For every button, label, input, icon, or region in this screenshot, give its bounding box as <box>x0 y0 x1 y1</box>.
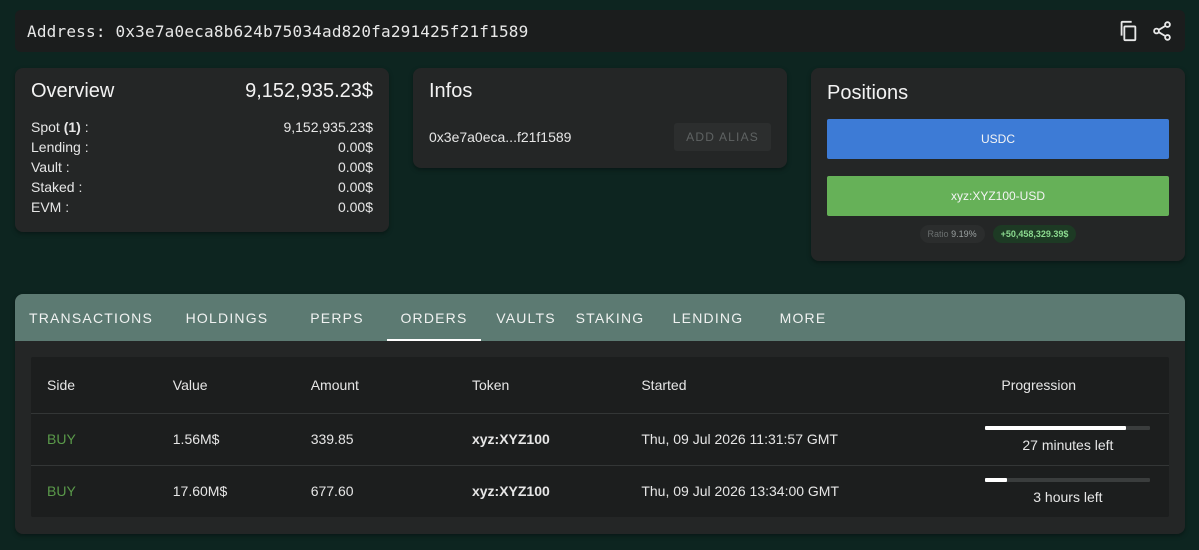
orders-header-row: Side Value Amount Token Started Progress… <box>31 357 1169 414</box>
tab-bar: TRANSACTIONS HOLDINGS PERPS ORDERS VAULT… <box>15 294 1185 341</box>
overview-rows: Spot (1) : 9,152,935.23$ Lending : 0.00$… <box>31 117 373 217</box>
positions-title: Positions <box>827 82 909 104</box>
column-header-token[interactable]: Token <box>455 357 626 414</box>
progress-fill <box>985 477 1007 482</box>
overview-row-label: Spot (1) : <box>31 119 89 135</box>
address-actions <box>1117 20 1173 42</box>
ratio-label: Ratio <box>927 229 949 239</box>
tab-staking[interactable]: STAKING <box>571 294 649 341</box>
overview-row-vault: Vault : 0.00$ <box>31 157 373 177</box>
position-badges: Ratio 9.19% +50,458,329.39$ <box>827 225 1169 243</box>
position-xyz100[interactable]: xyz:XYZ100-USD <box>827 176 1169 216</box>
positions-card: Positions USDC xyz:XYZ100-USD Ratio 9.19… <box>811 68 1185 261</box>
add-alias-button[interactable]: ADD ALIAS <box>674 123 771 151</box>
share-icon[interactable] <box>1151 20 1173 42</box>
progress-fill <box>985 425 1126 430</box>
tab-holdings[interactable]: HOLDINGS <box>167 294 287 341</box>
overview-total: 9,152,935.23$ <box>245 80 373 102</box>
order-progression: 3 hours left <box>985 465 1169 517</box>
infos-body: 0x3e7a0eca...f21f1589 ADD ALIAS <box>429 123 771 151</box>
overview-title: Overview <box>31 80 115 102</box>
table-row[interactable]: BUY 17.60M$ 677.60 xyz:XYZ100 Thu, 09 Ju… <box>31 465 1169 517</box>
overview-row-label: Vault : <box>31 159 70 175</box>
overview-header: Overview 9,152,935.23$ <box>31 80 373 103</box>
ratio-value: 9.19% <box>951 229 977 239</box>
position-usdc[interactable]: USDC <box>827 119 1169 159</box>
address-text: Address: 0x3e7a0eca8b624b75034ad820fa291… <box>27 21 529 41</box>
overview-row-evm: EVM : 0.00$ <box>31 197 373 217</box>
tab-lending[interactable]: LENDING <box>649 294 767 341</box>
overview-card: Overview 9,152,935.23$ Spot (1) : 9,152,… <box>15 68 389 232</box>
column-header-progression[interactable]: Progression <box>985 357 1169 414</box>
activity-panel: TRANSACTIONS HOLDINGS PERPS ORDERS VAULT… <box>15 294 1185 534</box>
overview-row-label: Staked : <box>31 179 83 195</box>
column-header-amount[interactable]: Amount <box>294 357 456 414</box>
order-side: BUY <box>31 413 157 466</box>
infos-short-address: 0x3e7a0eca...f21f1589 <box>429 129 572 145</box>
progress-bar <box>985 477 1151 482</box>
column-header-value[interactable]: Value <box>156 357 295 414</box>
tab-more[interactable]: MORE <box>767 294 839 341</box>
tab-orders[interactable]: ORDERS <box>387 294 481 341</box>
tab-vaults[interactable]: VAULTS <box>481 294 571 341</box>
overview-row-value: 0.00$ <box>337 179 373 195</box>
overview-row-value: 0.00$ <box>337 159 373 175</box>
orders-table-wrap: Side Value Amount Token Started Progress… <box>31 357 1169 517</box>
overview-row-value: 9,152,935.23$ <box>283 119 373 135</box>
order-token[interactable]: xyz:XYZ100 <box>455 413 626 466</box>
table-row[interactable]: BUY 1.56M$ 339.85 xyz:XYZ100 Thu, 09 Jul… <box>31 413 1169 466</box>
order-progression: 27 minutes left <box>985 413 1169 466</box>
ratio-badge: Ratio 9.19% <box>919 225 985 243</box>
order-started: Thu, 09 Jul 2026 11:31:57 GMT <box>625 413 986 466</box>
progress-bar <box>985 425 1151 430</box>
overview-row-value: 0.00$ <box>337 139 373 155</box>
overview-row-spot: Spot (1) : 9,152,935.23$ <box>31 117 373 137</box>
orders-table: Side Value Amount Token Started Progress… <box>31 357 1169 517</box>
order-value: 1.56M$ <box>156 413 295 466</box>
tab-perps[interactable]: PERPS <box>287 294 387 341</box>
order-token[interactable]: xyz:XYZ100 <box>456 465 625 517</box>
order-value: 17.60M$ <box>172 483 228 500</box>
order-amount: 339.85 <box>294 413 456 466</box>
pnl-badge: +50,458,329.39$ <box>992 225 1077 243</box>
time-left: 3 hours left <box>1033 488 1103 505</box>
infos-title: Infos <box>429 80 473 102</box>
copy-icon[interactable] <box>1117 20 1139 42</box>
overview-row-value: 0.00$ <box>337 199 373 215</box>
order-amount: 677.60 <box>310 483 354 500</box>
time-left: 27 minutes left <box>1022 436 1114 453</box>
infos-card: Infos 0x3e7a0eca...f21f1589 ADD ALIAS <box>413 68 787 168</box>
address-bar: Address: 0x3e7a0eca8b624b75034ad820fa291… <box>15 10 1185 52</box>
overview-row-staked: Staked : 0.00$ <box>31 177 373 197</box>
column-header-started[interactable]: Started <box>625 357 986 414</box>
tab-transactions[interactable]: TRANSACTIONS <box>15 294 167 341</box>
order-side: BUY <box>47 483 76 500</box>
column-header-side[interactable]: Side <box>31 357 157 414</box>
overview-row-label: Lending : <box>31 139 89 155</box>
overview-row-lending: Lending : 0.00$ <box>31 137 373 157</box>
overview-row-label: EVM : <box>31 199 70 215</box>
order-started: Thu, 09 Jul 2026 13:34:00 GMT <box>641 483 840 500</box>
